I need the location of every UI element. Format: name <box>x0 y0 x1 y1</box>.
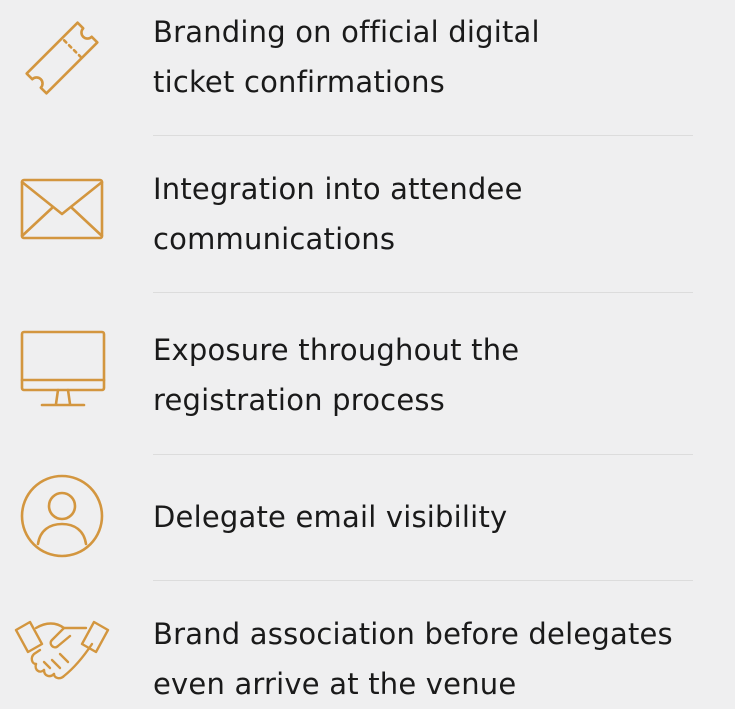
divider <box>153 292 693 293</box>
feature-list: Branding on official digital ticket conf… <box>0 0 735 703</box>
ticket-icon <box>12 8 112 108</box>
divider <box>153 135 693 136</box>
divider <box>153 580 693 581</box>
feature-line: registration process <box>153 383 445 417</box>
feature-line: Integration into attendee <box>153 172 523 206</box>
feature-text-user: Delegate email visibility <box>153 492 733 542</box>
feature-text-envelope: Integration into attendee communications <box>153 164 733 264</box>
divider <box>153 454 693 455</box>
monitor-icon <box>12 318 112 418</box>
feature-text-monitor: Exposure throughout the registration pro… <box>153 325 733 425</box>
feature-text-ticket: Branding on official digital ticket conf… <box>153 7 733 107</box>
user-circle-icon <box>12 466 112 566</box>
envelope-icon <box>12 158 112 258</box>
feature-text-handshake: Brand association before delegates even … <box>153 609 733 709</box>
feature-line: Delegate email visibility <box>153 500 508 534</box>
feature-line: communications <box>153 222 396 256</box>
feature-line: Branding on official digital <box>153 15 540 49</box>
feature-line: ticket confirmations <box>153 65 445 99</box>
feature-line: Exposure throughout the <box>153 333 520 367</box>
feature-line: even arrive at the venue <box>153 667 517 701</box>
handshake-icon <box>12 600 112 700</box>
feature-line: Brand association before delegates <box>153 617 673 651</box>
